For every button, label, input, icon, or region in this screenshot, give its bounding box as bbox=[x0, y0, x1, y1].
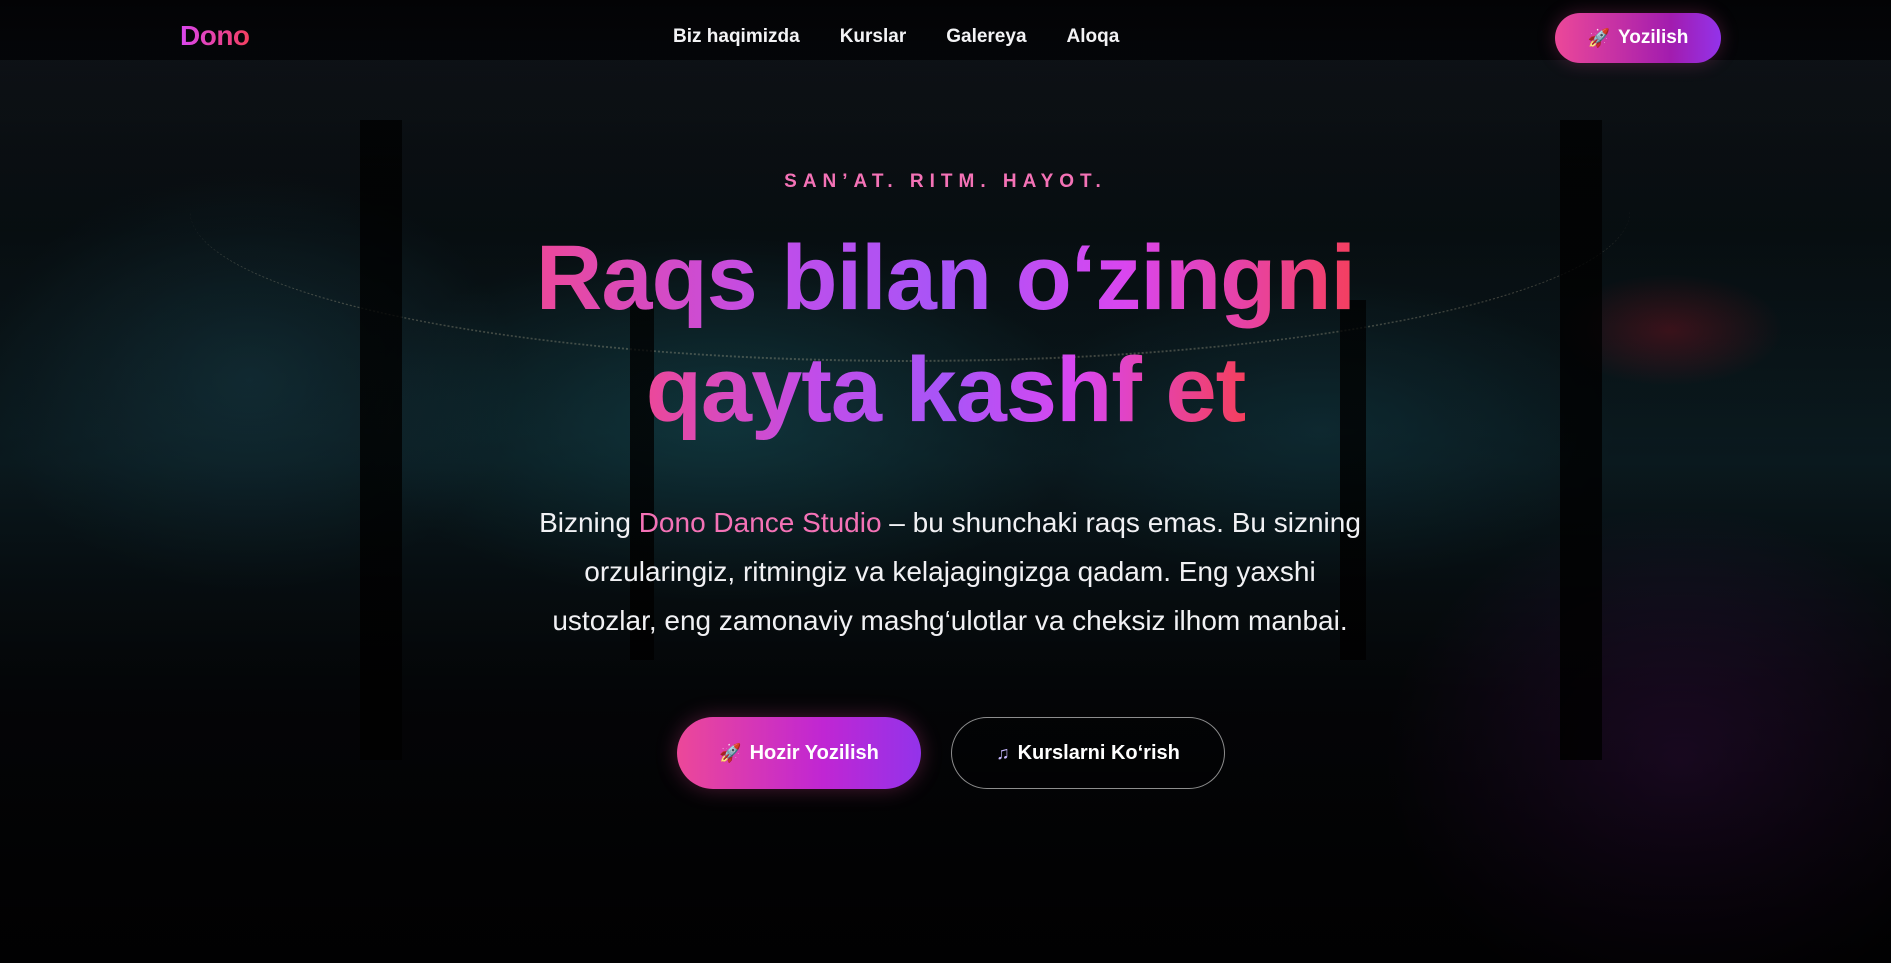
view-courses-button[interactable]: ♫ Kurslarni Ko‘rish bbox=[951, 717, 1225, 789]
hero-headline-line-1: Raqs bilan o‘zingni bbox=[536, 222, 1356, 334]
view-courses-label: Kurslarni Ko‘rish bbox=[1017, 741, 1180, 764]
music-note-icon: ♫ bbox=[996, 743, 1010, 763]
site-header: Dono Biz haqimizda Kurslar Galereya Aloq… bbox=[0, 0, 1891, 76]
hero-headline-line-2: qayta kashf et bbox=[646, 334, 1247, 446]
hero-description: Bizning Dono Dance Studio – bu shunchaki… bbox=[530, 498, 1370, 645]
dark-overlay bbox=[0, 0, 1891, 963]
nav-link-gallery[interactable]: Galereya bbox=[946, 26, 1026, 48]
hero-tagline: SAN’AT. RITM. HAYOT. bbox=[784, 171, 1107, 192]
description-prefix: Bizning bbox=[539, 507, 639, 538]
nav-link-courses[interactable]: Kurslar bbox=[840, 26, 907, 48]
rocket-icon: 🚀 bbox=[1587, 28, 1611, 48]
landing-page: Dono Biz haqimizda Kurslar Galereya Aloq… bbox=[0, 0, 1891, 963]
hero-headline: Raqs bilan o‘zingni qayta kashf et bbox=[0, 222, 1891, 446]
nav-link-about[interactable]: Biz haqimizda bbox=[673, 26, 800, 48]
enroll-now-label: Hozir Yozilish bbox=[749, 741, 879, 764]
nav-link-contact[interactable]: Aloqa bbox=[1067, 26, 1120, 48]
logo[interactable]: Dono bbox=[180, 20, 250, 52]
main-nav: Biz haqimizda Kurslar Galereya Aloqa bbox=[673, 26, 1119, 48]
rocket-icon: 🚀 bbox=[719, 743, 742, 763]
header-signup-label: Yozilish bbox=[1618, 27, 1689, 48]
hero-actions: 🚀 Hozir Yozilish ♫ Kurslarni Ko‘rish bbox=[677, 717, 1225, 789]
header-signup-button[interactable]: 🚀 Yozilish bbox=[1555, 13, 1721, 63]
brand-name-highlight: Dono Dance Studio bbox=[638, 507, 882, 538]
enroll-now-button[interactable]: 🚀 Hozir Yozilish bbox=[677, 717, 921, 789]
